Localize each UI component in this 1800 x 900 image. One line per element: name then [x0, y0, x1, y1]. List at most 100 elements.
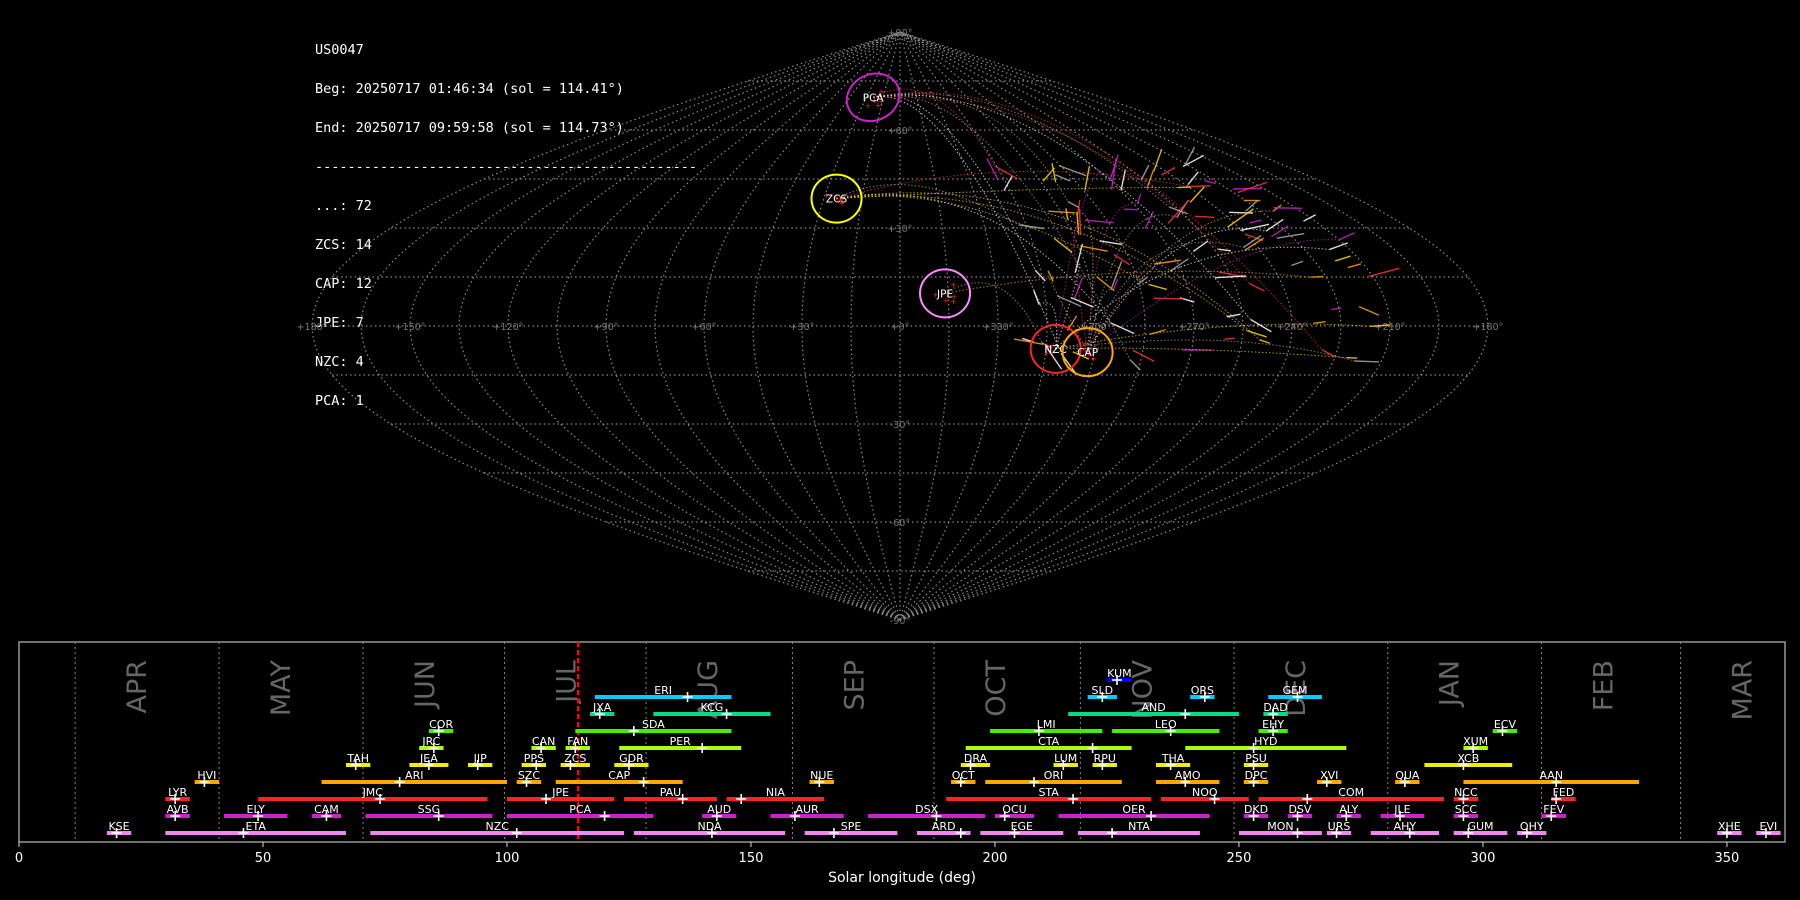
meteor-streak: [1187, 171, 1199, 186]
shower-bar: DSX: [868, 803, 986, 821]
radiant-marker: ++++ +CAP: [1061, 327, 1114, 378]
shower-code: CAP: [608, 769, 630, 782]
shower-bar: CAM: [311, 803, 342, 821]
meteor-streak: [1259, 339, 1271, 344]
shower-bar: CTA: [965, 735, 1132, 753]
x-tick-label: 150: [739, 851, 764, 866]
shower-bar: RPU: [1092, 752, 1117, 770]
shower-bar: CAP: [555, 769, 683, 787]
shower-bar: ERI: [594, 684, 732, 702]
shower-code: PAU: [660, 786, 682, 799]
shower-bar: PCA: [506, 803, 654, 821]
meteor-trails: [836, 88, 1400, 374]
meteor-streak: [1310, 275, 1324, 278]
x-tick-label: 50: [255, 851, 272, 866]
x-tick-label: 300: [1471, 851, 1496, 866]
meteor-streak: [1065, 208, 1069, 220]
shower-code: OCU: [1002, 803, 1026, 816]
shower-code: LUM: [1054, 752, 1077, 765]
meteor-streak: [1113, 253, 1131, 266]
shower-bar: SZC: [516, 769, 542, 787]
shower-code: AUD: [707, 803, 731, 816]
shower-bar: ECV: [1492, 718, 1518, 736]
meteor-streak: [1153, 259, 1181, 265]
lon-tick-label: +30°: [790, 322, 815, 333]
shower-bar: SDA: [575, 718, 732, 736]
shower-code: DPC: [1245, 769, 1268, 782]
shower-bar: ELY: [223, 803, 288, 821]
shower-code: ERI: [654, 684, 672, 697]
meteor-streak: [1058, 164, 1087, 177]
shower-bar: NUE: [809, 769, 834, 787]
radiant-label: PCA: [863, 92, 885, 104]
shower-bar: NCC: [1453, 786, 1479, 804]
shower-code: NTA: [1128, 820, 1150, 833]
shower-code: KCG: [701, 701, 724, 714]
month-label: NOV: [1127, 659, 1158, 719]
sky-map: +180° +150° +120° +90° +60° +30° +0° +330° +300°…: [297, 28, 1504, 627]
meteor-streak: [1188, 185, 1211, 188]
shower-code: SZC: [518, 769, 541, 782]
shower-code: DRA: [964, 752, 988, 765]
shower-bar: XUM: [1463, 735, 1488, 753]
shower-bar: AHY: [1370, 820, 1440, 838]
meteor-streak: [1329, 242, 1348, 251]
meteor-streak: [1237, 181, 1268, 194]
shower-bar: KCG: [653, 701, 771, 719]
meteor-streak: [1358, 305, 1380, 316]
month-label: MAR: [1728, 660, 1759, 721]
meteor-streak: [1338, 232, 1355, 241]
shower-bar: FED: [1551, 786, 1576, 804]
timeline-frame: [18, 641, 1786, 843]
shower-bar: JLE: [1380, 803, 1425, 821]
radiant-label: JPE: [936, 288, 953, 300]
shower-bar: SSG: [365, 803, 493, 821]
shower-bar: EGE: [980, 820, 1064, 838]
shower-bar: NZC: [370, 820, 625, 838]
shower-code: NZC: [485, 820, 509, 833]
shower-bar: ARD: [916, 820, 971, 838]
lon-tick-label: +150°: [395, 322, 426, 333]
shower-code: AMO: [1175, 769, 1201, 782]
radiant-marker: +++++ZCS: [810, 173, 863, 224]
shower-bar: NTA: [1077, 820, 1200, 838]
shower-bar: AND: [1068, 701, 1239, 719]
meteor-streak: [1084, 166, 1091, 191]
meteor-streak: [1353, 360, 1379, 363]
meridian-line: [360, 31, 901, 621]
shower-bar: XHE: [1717, 820, 1742, 838]
shower-code: RPU: [1094, 752, 1116, 765]
shower-bar: ZCS: [560, 752, 590, 770]
shower-code: EHY: [1262, 718, 1284, 731]
shower-bar: SCC: [1453, 803, 1479, 821]
shower-code: ORI: [1044, 769, 1064, 782]
lon-tick-label: +180°: [1473, 322, 1504, 333]
meteor-streak: [1070, 297, 1094, 308]
meteor-streak: [1167, 199, 1190, 224]
shower-code: STA: [1038, 786, 1059, 799]
shower-code: XVI: [1320, 769, 1338, 782]
shower-bar: NIA: [726, 786, 825, 804]
shower-code: AAN: [1539, 769, 1563, 782]
shower-code: AUR: [795, 803, 819, 816]
shower-code: KUM: [1107, 667, 1131, 680]
shower-bar: DSV: [1287, 803, 1313, 821]
shower-code: SCC: [1455, 803, 1478, 816]
meteor-streak: [1084, 219, 1114, 224]
x-tick-label: 200: [983, 851, 1008, 866]
month-label: JUN: [410, 660, 441, 710]
meteor-streak: [1313, 321, 1326, 324]
meteor-streak: [1067, 201, 1080, 209]
shower-bar: LUM: [1053, 752, 1078, 770]
shower-bar: KSE: [106, 820, 132, 838]
shower-bar: DKD: [1243, 803, 1269, 821]
shower-code: JLE: [1393, 803, 1410, 816]
shower-code: JIP: [473, 752, 487, 765]
shower-code: ARI: [405, 769, 423, 782]
meteor-streak: [1078, 208, 1082, 236]
shower-code: NOO: [1192, 786, 1218, 799]
lon-tick-label: +270°: [1179, 322, 1210, 333]
shower-bar: LMI: [990, 718, 1103, 736]
shower-bar: DPC: [1243, 769, 1269, 787]
x-axis-label: Solar longitude (deg): [828, 870, 976, 886]
